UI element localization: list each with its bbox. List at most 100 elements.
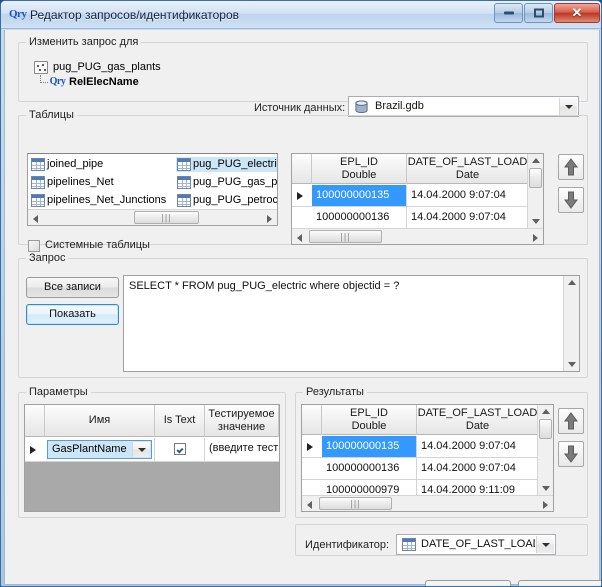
cell-date-of-last-load[interactable]: 14.04.2000 9:07:04 (417, 458, 539, 479)
column-header-date-of-last-load[interactable]: DATE_OF_LAST_LOAD Date (407, 154, 529, 184)
row-selector-header (302, 405, 322, 435)
cell-parameter-name[interactable]: GasPlantName (45, 438, 155, 461)
table-field-icon (402, 538, 416, 551)
results-vscroll-thumb[interactable] (539, 419, 552, 439)
table-list-item[interactable]: pug_PUG_petrochem_ (176, 193, 277, 208)
preview-move-up-button[interactable] (558, 154, 584, 180)
ok-button[interactable]: OK (425, 580, 511, 586)
scroll-down-icon[interactable] (568, 362, 576, 367)
scroll-left-icon[interactable] (297, 234, 302, 242)
results-move-up-button[interactable] (558, 408, 584, 434)
tables-group-title: Таблицы (26, 109, 77, 121)
row-selector-header (25, 405, 45, 437)
table-list-item[interactable]: pipelines_Net_Junctions (30, 193, 170, 208)
cell-epl-id[interactable]: 100000000136 (322, 458, 417, 479)
all-records-button[interactable]: Все записи (26, 277, 119, 298)
column-header-date-of-last-load[interactable]: DATE_OF_LAST_LOAD Date (417, 405, 539, 435)
parameter-name-combobox[interactable]: GasPlantName (47, 440, 152, 459)
show-button[interactable]: Показать (26, 304, 119, 325)
table-list-item-label: pipelines_Net_Junctions (47, 194, 167, 206)
column-header-name: EPL_ID (340, 156, 378, 168)
datasource-combobox[interactable]: Brazil.gdb (348, 96, 579, 117)
datasource-label: Источник данных: (254, 102, 346, 114)
arrow-up-icon (564, 158, 578, 176)
cell-date-of-last-load[interactable]: 14.04.2000 9:07:04 (407, 185, 529, 206)
scroll-right-icon[interactable] (533, 234, 538, 242)
results-horizontal-scrollbar[interactable]: ||| (302, 495, 553, 511)
results-hscroll-thumb[interactable]: ||| (319, 497, 392, 510)
scroll-up-icon[interactable] (542, 409, 550, 414)
sql-vertical-scrollbar[interactable] (563, 276, 579, 371)
parameter-row[interactable]: GasPlantName (введите тестир... (25, 438, 279, 462)
scroll-up-icon[interactable] (532, 158, 540, 163)
preview-vertical-scrollbar[interactable] (527, 154, 543, 228)
tree-item-query-label: RelElecName (69, 76, 139, 88)
column-header-epl-id[interactable]: EPL_ID Double (322, 405, 417, 435)
results-vertical-scrollbar[interactable] (537, 405, 553, 495)
system-tables-checkbox[interactable] (28, 240, 40, 252)
tables-scroll-thumb[interactable]: ||| (134, 211, 199, 224)
qry-icon: Qry (49, 76, 66, 87)
table-list-item-label: pipelines_Net (47, 176, 114, 188)
scroll-right-icon[interactable] (543, 501, 548, 509)
scroll-grip-icon: ||| (340, 231, 351, 241)
table-row[interactable]: 100000000136 14.04.2000 9:07:04 (302, 458, 553, 480)
table-icon (177, 176, 191, 189)
cell-epl-id[interactable]: 100000000135 (312, 185, 407, 206)
column-header-epl-id[interactable]: EPL_ID Double (312, 154, 407, 184)
table-row[interactable]: 100000000136 14.04.2000 9:07:04 (292, 207, 543, 229)
scroll-down-icon[interactable] (542, 486, 550, 491)
preview-horizontal-scrollbar[interactable]: ||| (292, 228, 543, 244)
cancel-button[interactable]: Отмена (518, 580, 601, 586)
window-title: Редактор запросов/идентификаторов (30, 8, 239, 22)
identifier-dropdown-arrow[interactable] (536, 536, 554, 553)
cell-date-of-last-load[interactable]: 14.04.2000 9:07:04 (407, 207, 529, 228)
close-button[interactable]: ✕ (554, 3, 600, 23)
parameter-name-dropdown-arrow[interactable] (132, 442, 150, 457)
current-row-indicator (297, 191, 303, 200)
results-data-grid[interactable]: EPL_ID Double DATE_OF_LAST_LOAD Date 100… (301, 404, 554, 512)
identifier-combobox[interactable]: DATE_OF_LAST_LOAD (396, 534, 556, 555)
cell-is-text[interactable] (155, 438, 205, 461)
results-move-down-button[interactable] (558, 441, 584, 467)
column-header-is-text[interactable]: Is Text (155, 405, 205, 437)
chevron-down-icon (137, 447, 146, 452)
cell-epl-id[interactable]: 100000000136 (312, 207, 407, 228)
scroll-left-icon[interactable] (33, 215, 38, 223)
column-header-name[interactable]: Имя (45, 405, 155, 437)
identifier-label: Идентификатор: (305, 539, 390, 551)
cell-epl-id[interactable]: 100000000135 (322, 436, 417, 457)
maximize-button[interactable] (524, 3, 553, 23)
tables-listbox[interactable]: joined_pipe pipelines_Net pipelines_Net_… (27, 153, 278, 226)
cell-date-of-last-load[interactable]: 14.04.2000 9:07:04 (417, 436, 539, 457)
is-text-checkbox[interactable] (174, 443, 186, 455)
scroll-down-icon[interactable] (532, 219, 540, 224)
results-group-title: Результаты (303, 386, 367, 398)
preview-vscroll-thumb[interactable] (529, 168, 542, 188)
table-list-item[interactable]: joined_pipe (30, 157, 170, 172)
tree-item-feature-class-label: pug_PUG_gas_plants (53, 61, 161, 73)
parameters-grid[interactable]: Имя Is Text Тестируемое значение GasPlan… (24, 404, 280, 512)
scroll-up-icon[interactable] (568, 280, 576, 285)
table-list-item[interactable]: pipelines_Net (30, 175, 170, 190)
scroll-left-icon[interactable] (307, 501, 312, 509)
preview-data-grid[interactable]: EPL_ID Double DATE_OF_LAST_LOAD Date 100… (291, 153, 544, 245)
datasource-dropdown-arrow[interactable] (559, 98, 577, 115)
row-selector-header (292, 154, 312, 184)
preview-hscroll-thumb[interactable]: ||| (309, 230, 382, 243)
sql-query-textarea[interactable]: SELECT * FROM pug_PUG_electric where obj… (123, 275, 580, 372)
table-list-item-selected[interactable]: pug_PUG_electric (176, 157, 277, 172)
minimize-button[interactable] (494, 3, 523, 23)
scroll-right-icon[interactable] (267, 215, 272, 223)
title-bar: Qry Редактор запросов/идентификаторов ✕ (1, 1, 601, 29)
table-row[interactable]: 100000000135 14.04.2000 9:07:04 (302, 436, 553, 458)
table-list-item-label: pug_PUG_gas_plants (193, 176, 278, 188)
column-header-test-value[interactable]: Тестируемое значение (205, 405, 279, 437)
column-header-test-value-line1: Тестируемое (208, 408, 275, 420)
table-list-item[interactable]: pug_PUG_gas_plants (176, 175, 278, 190)
table-row[interactable]: 100000000135 14.04.2000 9:07:04 (292, 185, 543, 207)
preview-move-down-button[interactable] (558, 187, 584, 213)
parameters-grid-empty-area (25, 462, 279, 511)
tables-horizontal-scrollbar[interactable]: ||| (28, 209, 277, 225)
cell-test-value[interactable]: (введите тестир... (205, 438, 279, 461)
